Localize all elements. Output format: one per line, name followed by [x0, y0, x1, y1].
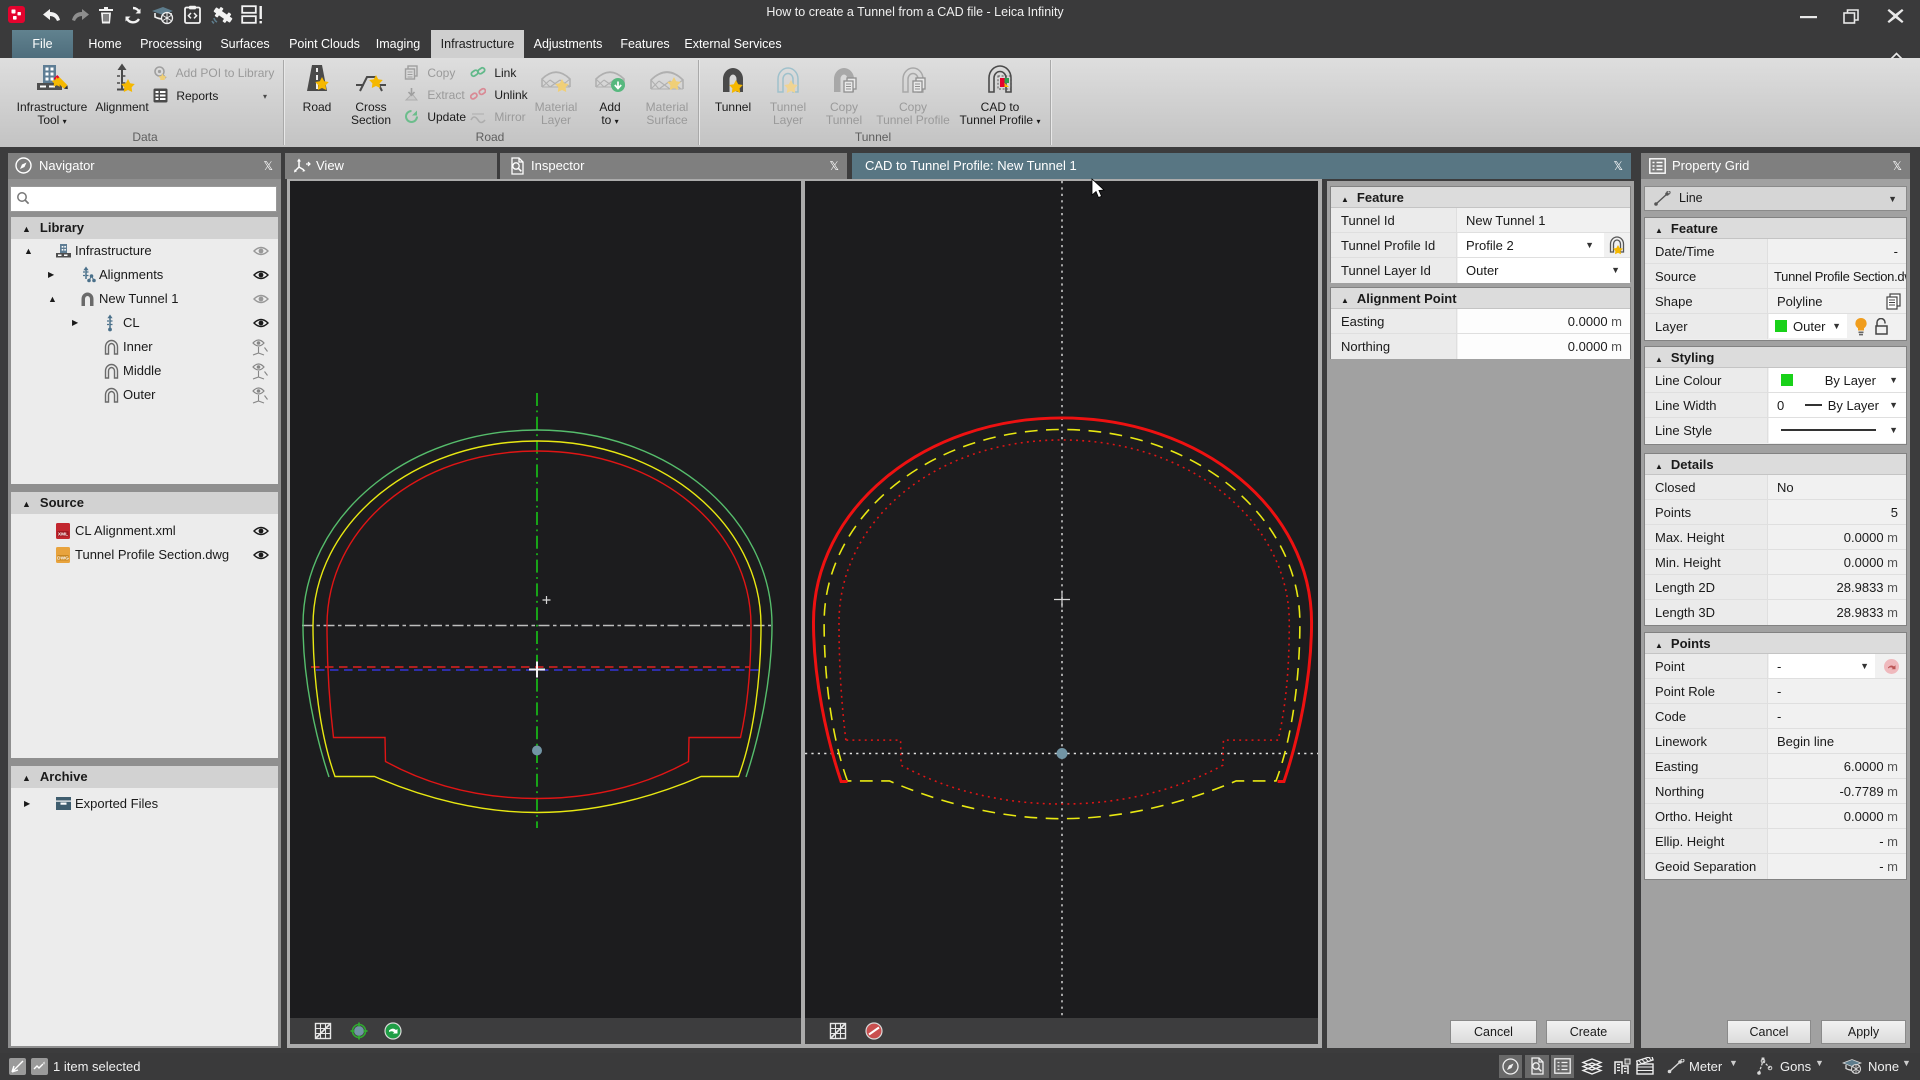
- svg-text:DWG: DWG: [57, 555, 69, 561]
- svg-text:XML: XML: [58, 531, 68, 537]
